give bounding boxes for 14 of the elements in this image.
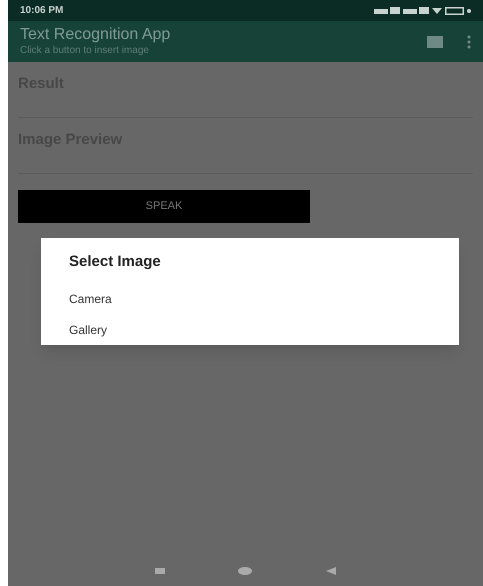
back-icon[interactable]: [326, 567, 336, 575]
dialog-option[interactable]: Gallery: [69, 314, 431, 345]
dialog-title: Select Image: [69, 252, 162, 272]
app-subtitle: Click a button to insert image: [20, 45, 150, 58]
battery-icon: [445, 6, 464, 14]
notification-dot-icon: [467, 8, 471, 12]
wifi-icon: [432, 8, 442, 14]
status-time: 10:06 PM: [20, 4, 64, 18]
app-title: Text Recognition App: [20, 25, 172, 46]
dialog-option[interactable]: Camera: [69, 284, 431, 314]
overflow-menu-icon[interactable]: [467, 34, 471, 48]
speak-button[interactable]: SPEAK: [18, 190, 310, 223]
home-icon[interactable]: [238, 567, 252, 575]
recents-icon[interactable]: [154, 568, 165, 574]
